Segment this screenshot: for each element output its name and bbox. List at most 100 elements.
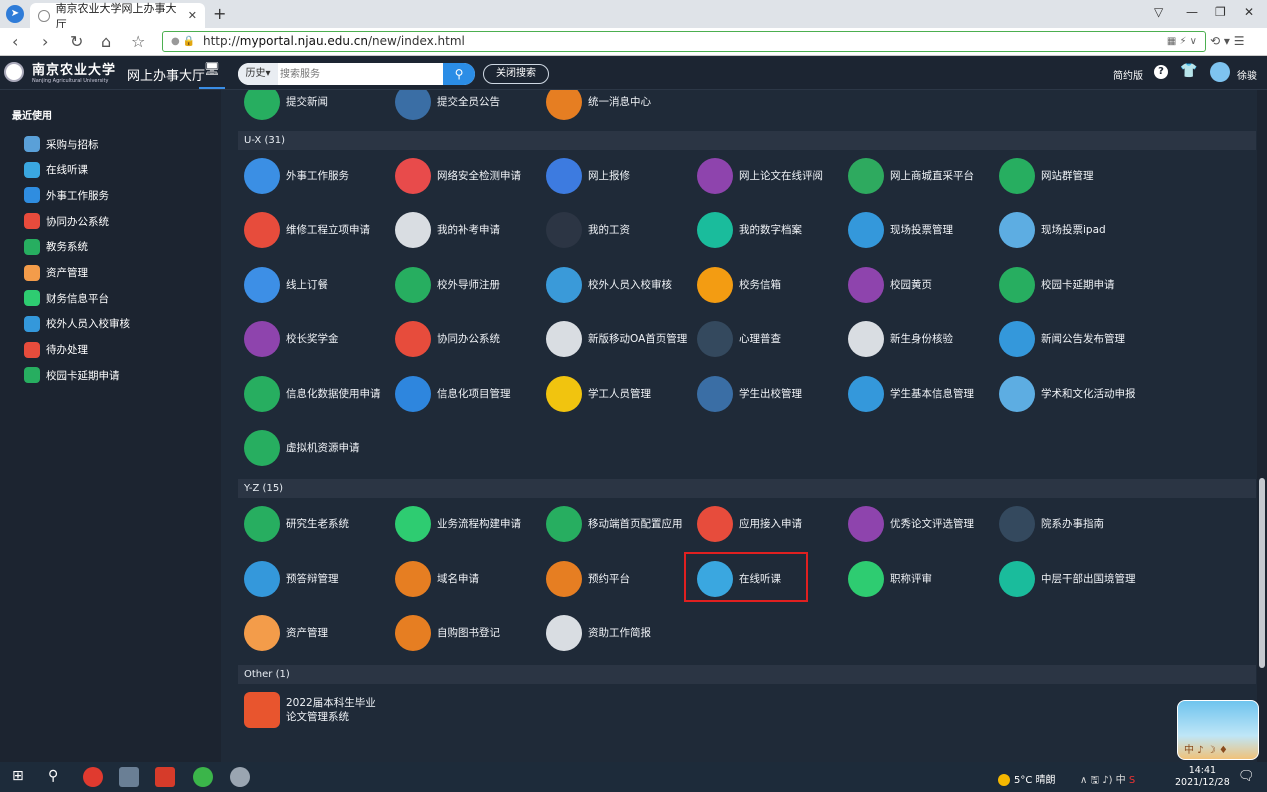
app-tile[interactable]: 业务流程构建申请 [395,504,545,544]
app-tile[interactable]: 应用接入申请 [697,504,847,544]
computer-icon[interactable] [119,767,139,787]
app-tile[interactable]: 网上商城直采平台 [848,156,998,196]
minimize-icon[interactable]: — [1186,5,1198,19]
app-tile[interactable]: 学生基本信息管理 [848,374,998,414]
weather[interactable]: 5°C 晴朗 [998,771,1056,786]
app-tile[interactable]: 校外导师注册 [395,265,545,305]
app-tile[interactable]: 心理普查 [697,319,847,359]
home-icon[interactable]: ⌂ [101,32,111,51]
browser-taskbar-icon[interactable] [193,767,213,787]
forward-icon[interactable]: › [42,32,48,51]
app-tile[interactable]: 网络安全检测申请 [395,156,545,196]
app-tile[interactable]: 网上报修 [546,156,696,196]
sidebar-item[interactable]: 资产管理 [24,264,88,281]
help-icon[interactable]: ? [1154,65,1168,79]
windows-start-icon[interactable]: ⊞ [12,768,24,784]
app-tile[interactable]: 校长奖学金 [244,319,394,359]
app-tile[interactable]: 外事工作服务 [244,156,394,196]
theme-shirt-icon[interactable]: 👕 [1180,63,1197,79]
notification-icon[interactable]: 🗨 [1238,769,1255,784]
app-tile[interactable]: 预答辩管理 [244,559,394,599]
avatar[interactable] [1210,62,1230,82]
app-tile[interactable]: 校园黄页 [848,265,998,305]
history-dropdown[interactable]: 历史▾ [238,63,278,85]
close-search-button[interactable]: 关闭搜索 [483,64,549,84]
app-tile[interactable]: 校外人员入校审核 [546,265,696,305]
app-tile[interactable]: 职称评审 [848,559,998,599]
floating-widget[interactable]: 中 ♪ ☽ ♦ [1177,700,1259,760]
sidebar-item[interactable]: 财务信息平台 [24,290,109,307]
search-taskbar-icon[interactable]: ⚲ [48,768,58,784]
sogou-icon[interactable]: S [1129,775,1135,786]
app-tile[interactable]: 资助工作简报 [546,613,696,653]
app-tile[interactable]: 新闻公告发布管理 [999,319,1149,359]
app-tile[interactable]: 移动端首页配置应用 [546,504,696,544]
sidebar-item[interactable]: 教务系统 [24,238,88,255]
username[interactable]: 徐骏 [1237,67,1257,82]
search-icon[interactable]: ⚲ [443,63,475,85]
app-tile[interactable]: 域名申请 [395,559,545,599]
browser-menu-icon[interactable]: ⟲ ▾ ☰ [1210,34,1244,48]
app-tile[interactable]: 学术和文化活动申报 [999,374,1149,414]
app-tile[interactable]: 提交全员公告 [395,90,545,122]
app-tile[interactable]: 在线听课 [697,559,847,599]
app-tile[interactable]: 我的数字档案 [697,210,847,250]
app-tile[interactable]: 虚拟机资源申请 [244,428,394,468]
sidebar-item[interactable]: 校外人员入校审核 [24,315,130,332]
app-tile[interactable]: 资产管理 [244,613,394,653]
new-tab-icon[interactable]: + [213,4,226,23]
app-tile[interactable]: 学工人员管理 [546,374,696,414]
app-tile[interactable]: 优秀论文评选管理 [848,504,998,544]
app-tile[interactable]: 校园卡延期申请 [999,265,1149,305]
app-tile[interactable]: 信息化数据使用申请 [244,374,394,414]
app-tile[interactable]: 院系办事指南 [999,504,1149,544]
pin-icon[interactable]: ▽ [1154,5,1163,19]
app-tile[interactable]: 现场投票管理 [848,210,998,250]
bookmark-star-icon[interactable]: ☆ [131,32,145,51]
app-red-icon[interactable] [83,767,103,787]
app-tile[interactable]: 网上论文在线评阅 [697,156,847,196]
scrollbar-thumb[interactable] [1259,478,1265,668]
tool-icon[interactable] [230,767,250,787]
app-tile[interactable]: 中层干部出国境管理 [999,559,1149,599]
sidebar-item[interactable]: 在线听课 [24,161,88,178]
app-tile[interactable]: 预约平台 [546,559,696,599]
app-tile[interactable]: 信息化项目管理 [395,374,545,414]
sidebar-item[interactable]: 外事工作服务 [24,187,109,204]
search-input[interactable] [280,63,440,85]
tab-close-icon[interactable]: ✕ [188,9,197,22]
simple-mode-link[interactable]: 简约版 [1113,67,1143,82]
app-tile[interactable]: 线上订餐 [244,265,394,305]
app-tile[interactable]: 维修工程立项申请 [244,210,394,250]
app-tile[interactable]: 我的补考申请 [395,210,545,250]
app-tile[interactable]: 统一消息中心 [546,90,696,122]
system-tray[interactable]: ∧ 🖫 ♪) 中 S [1080,771,1135,790]
sidebar-item[interactable]: 采购与招标 [24,136,99,152]
app-tile[interactable]: 学生出校管理 [697,374,847,414]
app-tile[interactable]: 2022届本科生毕业论文管理系统 [244,690,394,730]
url-tools-icon[interactable]: ▦ ⚡ ∨ [1167,32,1197,51]
url-field[interactable]: ● 🔒 http://myportal.njau.edu.cn/new/inde… [162,31,1206,52]
back-icon[interactable]: ‹ [12,32,18,51]
sidebar-item[interactable]: 待办处理 [24,341,88,358]
app-tile[interactable]: 网站群管理 [999,156,1149,196]
app-tile[interactable]: 研究生老系统 [244,504,394,544]
restore-icon[interactable]: ❐ [1215,5,1226,19]
app-tile[interactable]: 现场投票ipad [999,210,1149,250]
reload-icon[interactable]: ↻ [70,32,83,51]
app-tile[interactable]: 校务信箱 [697,265,847,305]
app-tile[interactable]: 自购图书登记 [395,613,545,653]
app-tile[interactable]: 新版移动OA首页管理 [546,319,696,359]
close-window-icon[interactable]: ✕ [1244,5,1254,19]
app-tile[interactable]: 我的工资 [546,210,696,250]
clock[interactable]: 14:41 2021/12/28 [1175,765,1230,789]
ime-indicator[interactable]: 中 [1116,775,1126,786]
app-tile[interactable]: 新生身份核验 [848,319,998,359]
sidebar-item[interactable]: 校园卡延期申请 [24,367,120,384]
wps-icon[interactable] [155,767,175,787]
app-tile[interactable]: 协同办公系统 [395,319,545,359]
sidebar-item[interactable]: 协同办公系统 [24,213,109,230]
app-tile[interactable]: 提交新闻 [244,90,394,122]
desktop-view-icon[interactable]: 🖥 [199,62,225,89]
browser-logo-icon[interactable]: ➤ [6,5,24,23]
